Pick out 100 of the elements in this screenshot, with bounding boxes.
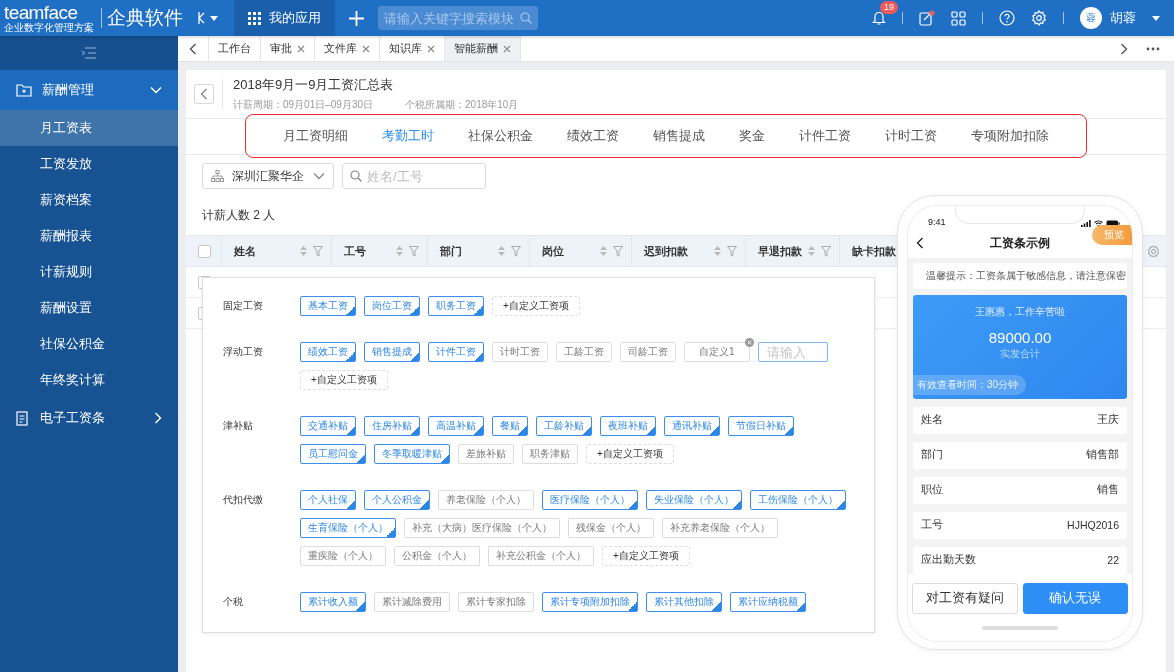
salary-item-tag[interactable]: 岗位工资 (364, 296, 420, 316)
sidebar-item[interactable]: 计薪规则 (0, 254, 178, 290)
category-tab[interactable]: 考勤工时 (365, 127, 451, 145)
close-icon[interactable] (297, 44, 305, 53)
sidebar-item[interactable]: 薪酬设置 (0, 290, 178, 326)
category-tab[interactable]: 月工资明细 (266, 127, 365, 145)
salary-item-tag[interactable]: 计时工资 (492, 342, 548, 362)
salary-item-tag[interactable]: 工龄工资 (556, 342, 612, 362)
category-tab[interactable]: 专项附加扣除 (954, 127, 1066, 145)
salary-item-tag[interactable]: 冬季取暖津贴 (374, 444, 450, 464)
user-avatar[interactable]: 蓉 (1080, 7, 1102, 29)
salary-item-tag[interactable]: 交通补贴 (300, 416, 356, 436)
salary-item-tag[interactable]: 职务津贴 (522, 444, 578, 464)
salary-item-tag[interactable]: 差旅补贴 (458, 444, 514, 464)
bell-icon[interactable] (872, 10, 886, 26)
salary-item-tag[interactable]: 残保金（个人） (568, 518, 654, 538)
close-icon[interactable] (427, 44, 435, 53)
search-icon[interactable] (350, 170, 362, 182)
question-button[interactable]: 对工资有疑问 (912, 582, 1018, 614)
sidebar-item[interactable]: 工资发放 (0, 146, 178, 182)
confirm-button[interactable]: 确认无误 (1022, 582, 1128, 614)
salary-item-tag[interactable]: 通讯补贴 (664, 416, 720, 436)
tab[interactable]: 文件库 (315, 36, 380, 61)
filter-icon[interactable] (727, 245, 737, 257)
salary-item-tag[interactable]: 累计专项附加扣除 (542, 592, 638, 612)
sidebar-group[interactable]: 电子工资条 (0, 398, 178, 438)
sidebar-item[interactable]: 年终奖计算 (0, 362, 178, 398)
sidebar-item[interactable]: 薪资档案 (0, 182, 178, 218)
salary-item-tag[interactable]: 医疗保险（个人） (542, 490, 638, 510)
add-custom-item-button[interactable]: +自定义工资项 (300, 370, 388, 390)
salary-item-tag[interactable]: 公积金（个人） (394, 546, 480, 566)
add-custom-item-button[interactable]: +自定义工资项 (586, 444, 674, 464)
salary-item-tag[interactable]: 绩效工资 (300, 342, 356, 362)
category-tab[interactable]: 计件工资 (782, 127, 868, 145)
category-tab[interactable]: 计时工资 (868, 127, 954, 145)
department-select[interactable]: 深圳汇聚华企 (202, 163, 334, 189)
filter-icon[interactable] (613, 245, 623, 257)
salary-item-tag[interactable]: 补充（大病）医疗保险（个人） (404, 518, 560, 538)
tab[interactable]: 工作台 (209, 36, 261, 61)
category-tab[interactable]: 奖金 (722, 127, 782, 145)
search-field[interactable]: 请输入关键字搜索模块 (378, 6, 538, 30)
add-custom-item-button[interactable]: +自定义工资项 (492, 296, 580, 316)
salary-item-tag[interactable]: 生育保险（个人） (300, 518, 396, 538)
sort-icon[interactable] (396, 246, 403, 256)
salary-item-tag[interactable]: 养老保险（个人） (438, 490, 534, 510)
close-icon[interactable] (503, 44, 511, 53)
salary-item-tag[interactable]: 职务工资 (428, 296, 484, 316)
filter-icon[interactable] (313, 245, 323, 257)
user-name[interactable]: 胡蓉 (1110, 9, 1136, 27)
menu-icon[interactable] (81, 47, 97, 59)
filter-icon[interactable] (511, 245, 521, 257)
salary-item-tag[interactable]: 累计收入额 (300, 592, 366, 612)
back-button[interactable] (194, 84, 214, 104)
filter-icon[interactable] (409, 245, 419, 257)
sidebar-item[interactable]: 月工资表 (0, 110, 178, 146)
sidebar-item[interactable]: 薪酬报表 (0, 218, 178, 254)
salary-item-tag[interactable]: 失业保险（个人） (646, 490, 742, 510)
salary-item-tag[interactable]: 个人社保 (300, 490, 356, 510)
salary-item-tag[interactable]: 餐贴 (492, 416, 528, 436)
add-custom-item-button[interactable]: +自定义工资项 (602, 546, 690, 566)
salary-item-tag[interactable]: 基本工资 (300, 296, 356, 316)
sort-icon[interactable] (600, 246, 607, 256)
salary-item-tag[interactable]: 夜班补贴 (600, 416, 656, 436)
salary-item-tag[interactable]: 补充养老保险（个人） (662, 518, 778, 538)
category-tab[interactable]: 绩效工资 (550, 127, 636, 145)
close-icon[interactable] (362, 44, 370, 53)
sort-icon[interactable] (300, 246, 307, 256)
salary-item-tag[interactable]: 销售提成 (364, 342, 420, 362)
sort-icon[interactable] (714, 246, 721, 256)
chevron-left-icon[interactable] (200, 88, 208, 100)
plus-icon[interactable] (349, 10, 364, 26)
help-icon[interactable] (999, 10, 1015, 26)
salary-item-tag[interactable]: 工伤保险（个人） (750, 490, 846, 510)
sidebar-group[interactable]: 薪酬管理 (0, 70, 178, 110)
remove-icon[interactable] (744, 338, 754, 347)
category-tab[interactable]: 社保公积金 (451, 127, 550, 145)
sidebar-item[interactable]: 社保公积金 (0, 326, 178, 362)
more-icon[interactable] (1146, 46, 1160, 51)
salary-item-tag[interactable]: 司龄工资 (620, 342, 676, 362)
salary-item-tag[interactable]: 计件工资 (428, 342, 484, 362)
chevron-right-icon[interactable] (154, 412, 162, 424)
salary-item-tag[interactable]: 补充公积金（个人） (488, 546, 594, 566)
search-icon[interactable] (520, 12, 532, 24)
grid-icon[interactable] (951, 10, 966, 26)
tabs-scroll-right-icon[interactable] (1120, 42, 1128, 55)
salary-item-tag[interactable]: 累计应纳税额 (730, 592, 806, 612)
salary-item-tag[interactable]: 工龄补贴 (536, 416, 592, 436)
sort-icon[interactable] (498, 246, 505, 256)
salary-item-tag[interactable]: 累计专家扣除 (458, 592, 534, 612)
salary-item-tag[interactable]: 重疾险（个人） (300, 546, 386, 566)
tab[interactable]: 智能薪酬 (445, 36, 521, 61)
tabs-scroll-left-icon[interactable] (189, 42, 197, 55)
salary-item-tag[interactable]: 住房补贴 (364, 416, 420, 436)
checkbox[interactable] (198, 244, 211, 258)
salary-item-tag[interactable]: 个人公积金 (364, 490, 430, 510)
salary-item-tag[interactable]: 累计减除费用 (374, 592, 450, 612)
salary-item-tag[interactable]: 员工慰问金 (300, 444, 366, 464)
sort-icon[interactable] (808, 246, 815, 256)
my-apps-tab[interactable]: 我的应用 (234, 0, 335, 36)
edit-icon[interactable] (919, 10, 935, 26)
